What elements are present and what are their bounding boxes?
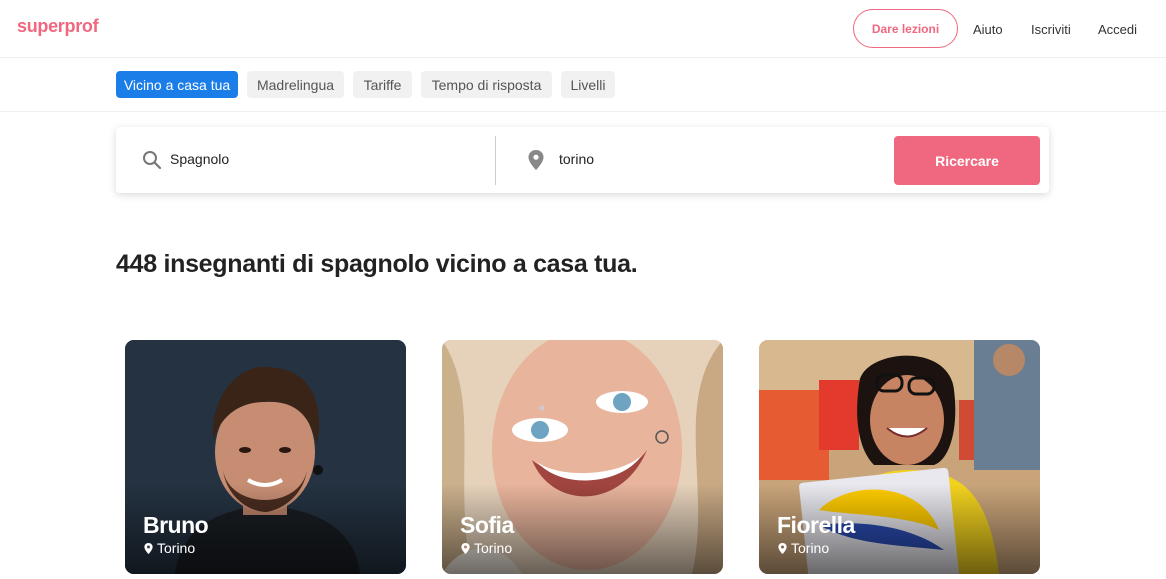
search-button[interactable]: Ricercare	[894, 136, 1040, 185]
filter-rates[interactable]: Tariffe	[353, 71, 412, 98]
teacher-city: Torino	[157, 540, 196, 556]
subject-input[interactable]: Spagnolo	[170, 151, 229, 167]
teach-button[interactable]: Dare lezioni	[853, 9, 958, 48]
filter-levels[interactable]: Livelli	[561, 71, 615, 98]
teacher-card-bruno[interactable]: Bruno Torino	[125, 340, 406, 574]
teacher-location: Torino	[461, 540, 512, 556]
filter-response-time[interactable]: Tempo di risposta	[421, 71, 552, 98]
filter-near-home[interactable]: Vicino a casa tua	[116, 71, 238, 98]
teacher-location: Torino	[144, 540, 195, 556]
teacher-location: Torino	[778, 540, 829, 556]
location-input[interactable]: torino	[559, 151, 594, 167]
help-link[interactable]: Aiuto	[973, 22, 1003, 37]
location-pin-icon	[778, 542, 787, 554]
search-divider	[495, 136, 496, 185]
teacher-name: Bruno	[143, 512, 209, 538]
teacher-card-fiorella[interactable]: Fiorella Torino	[759, 340, 1040, 574]
filter-native-speaker[interactable]: Madrelingua	[247, 71, 344, 98]
search-bar: Spagnolo torino Ricercare	[116, 127, 1049, 193]
logo[interactable]: superprof	[17, 16, 99, 37]
location-pin-icon	[461, 542, 470, 554]
filter-bar: Vicino a casa tua Madrelingua Tariffe Te…	[0, 58, 1166, 112]
signup-link[interactable]: Iscriviti	[1031, 22, 1071, 37]
top-navbar: superprof Dare lezioni Aiuto Iscriviti A…	[0, 0, 1166, 58]
teacher-card-sofia[interactable]: Sofia Torino	[442, 340, 723, 574]
teacher-city: Torino	[791, 540, 830, 556]
teacher-name: Sofia	[460, 512, 514, 538]
results-headline: 448 insegnanti di spagnolo vicino a casa…	[116, 250, 638, 278]
location-pin-icon	[144, 542, 153, 554]
login-link[interactable]: Accedi	[1098, 22, 1137, 37]
teacher-city: Torino	[474, 540, 513, 556]
teacher-name: Fiorella	[777, 512, 855, 538]
search-icon	[143, 151, 162, 170]
location-pin-icon	[528, 150, 544, 170]
